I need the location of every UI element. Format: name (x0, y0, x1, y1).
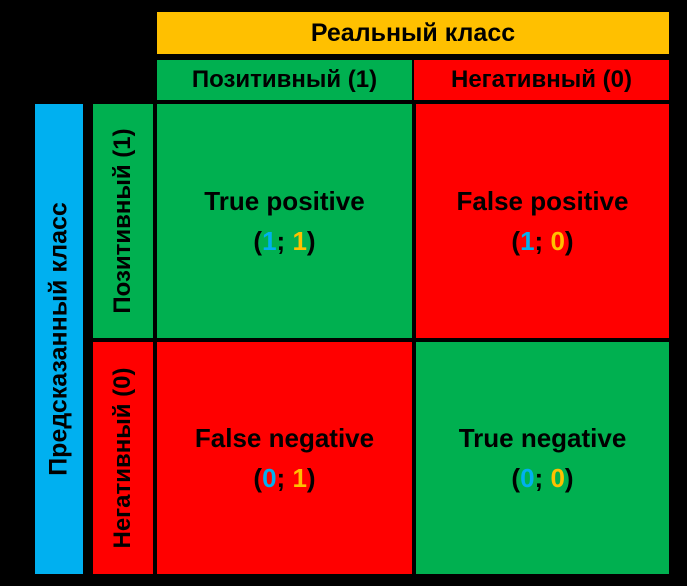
column-header-negative: Негативный (0) (414, 60, 669, 100)
actual-class-header: Реальный класс (157, 12, 669, 54)
paren-open: ( (253, 463, 263, 493)
paren-open: ( (253, 226, 263, 256)
actual-digit: 0 (550, 226, 565, 256)
row-header-negative: Негативный (0) (93, 342, 153, 574)
predicted-digit: 1 (262, 226, 277, 256)
separator: ; (534, 463, 551, 493)
row-header-positive: Позитивный (1) (93, 104, 153, 338)
paren-close: ) (564, 463, 574, 493)
cell-value-pair: (1; 0) (511, 221, 573, 261)
predicted-digit: 0 (262, 463, 277, 493)
actual-digit: 1 (292, 226, 307, 256)
paren-close: ) (564, 226, 574, 256)
separator: ; (534, 226, 551, 256)
cell-title: True positive (204, 185, 365, 216)
separator: ; (276, 463, 293, 493)
cell-title: True negative (458, 422, 627, 453)
predicted-digit: 1 (520, 226, 535, 256)
cell-true-positive: True positive (1; 1) (157, 104, 412, 338)
predicted-class-header-label: Предсказанный класс (44, 202, 73, 476)
separator: ; (276, 226, 293, 256)
column-header-positive: Позитивный (1) (157, 60, 412, 100)
cell-value-pair: (1; 1) (253, 221, 315, 261)
row-header-positive-label: Позитивный (1) (109, 128, 136, 314)
predicted-digit: 0 (520, 463, 535, 493)
actual-class-header-label: Реальный класс (310, 18, 516, 47)
cell-true-negative: True negative (0; 0) (416, 342, 669, 574)
column-header-positive-label: Позитивный (1) (191, 66, 378, 93)
predicted-class-header: Предсказанный класс (35, 104, 83, 574)
cell-title: False positive (456, 185, 629, 216)
paren-open: ( (511, 226, 521, 256)
actual-digit: 1 (292, 463, 307, 493)
paren-close: ) (306, 463, 316, 493)
actual-digit: 0 (550, 463, 565, 493)
row-header-negative-label: Негативный (0) (109, 367, 136, 549)
cell-false-positive: False positive (1; 0) (416, 104, 669, 338)
paren-close: ) (306, 226, 316, 256)
cell-false-negative: False negative (0; 1) (157, 342, 412, 574)
column-header-negative-label: Негативный (0) (450, 66, 633, 93)
cell-value-pair: (0; 1) (253, 458, 315, 498)
paren-open: ( (511, 463, 521, 493)
cell-title: False negative (194, 422, 375, 453)
cell-value-pair: (0; 0) (511, 458, 573, 498)
